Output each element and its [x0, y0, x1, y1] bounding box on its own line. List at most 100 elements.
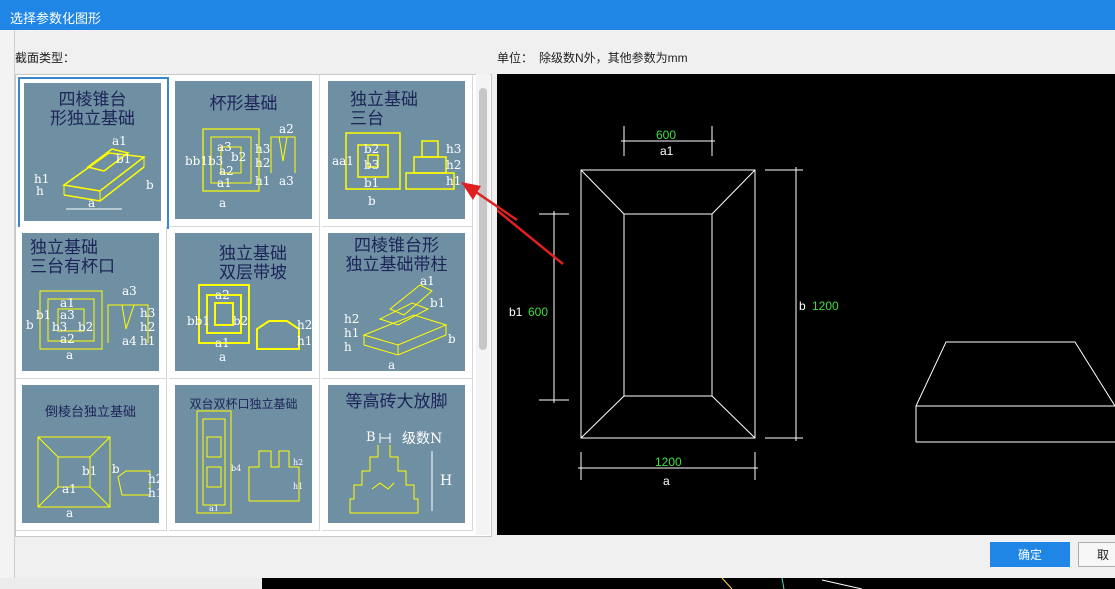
shape-title: 独立基础 三台	[350, 90, 418, 129]
dim-a-value: 1200	[655, 455, 682, 469]
shape-title: 独立基础 三台有杯口	[30, 238, 115, 277]
svg-text:h: h	[344, 340, 352, 354]
shape-title: 双台双杯口独立基础	[189, 397, 298, 411]
svg-text:a: a	[388, 358, 395, 371]
svg-text:a1: a1	[209, 504, 219, 513]
shape-item-double-step-double-cup[interactable]: b4 h2 h1 a1 双台双杯口独立基础	[169, 379, 320, 531]
svg-text:a2: a2	[215, 288, 230, 302]
svg-text:h2: h2	[297, 318, 312, 332]
svg-text:b2: b2	[231, 150, 246, 164]
svg-text:b1: b1	[116, 152, 131, 166]
shape-thumbnail: aa1 b2 b3 b1 b h3 h2 h1 独立基础 三台	[328, 81, 465, 219]
shape-thumbnail: b4 h2 h1 a1 双台双杯口独立基础	[175, 385, 312, 523]
svg-text:a: a	[219, 196, 226, 210]
svg-text:h2: h2	[344, 312, 359, 326]
background-window-edge	[0, 30, 15, 589]
svg-text:a1: a1	[420, 274, 435, 288]
dialog-title: 选择参数化图形	[10, 11, 102, 26]
svg-text:a1: a1	[215, 336, 230, 350]
svg-text:b: b	[448, 332, 456, 346]
svg-text:a3: a3	[122, 284, 137, 298]
dim-b1-value: 600	[528, 305, 549, 319]
svg-text:h1: h1	[255, 174, 270, 188]
svg-text:B: B	[366, 430, 376, 445]
svg-text:h2: h2	[446, 158, 461, 172]
svg-text:b2: b2	[364, 142, 379, 156]
dim-a1-label: a1	[660, 144, 674, 158]
shape-grid-scrollbar[interactable]	[476, 74, 490, 535]
shape-title: 杯形基础	[209, 94, 278, 114]
svg-text:a: a	[219, 350, 226, 364]
svg-text:a: a	[66, 348, 73, 362]
svg-text:bb1: bb1	[187, 314, 210, 328]
shape-title: 四棱锥台 形独立基础	[50, 90, 135, 129]
dim-b-value: 1200	[812, 299, 839, 313]
shape-item-three-step-cup[interactable]: b b1 b3 b2 a1 a3 a2 a a3 h3 h2 h1 a4 独立基…	[16, 227, 167, 379]
svg-text:h1: h1	[148, 486, 159, 500]
shape-thumbnail: a a1 b1 b h1 h 四棱锥台 形独立基础	[24, 83, 161, 221]
shape-item-double-slope[interactable]: bb1 a2 b2 a1 a h2 h1 独立基础 双层带坡	[169, 227, 320, 379]
title-bar[interactable]: 选择参数化图形	[0, 0, 1115, 30]
shape-item-pyramid-with-column[interactable]: h2 h1 h a1 b1 b a 四棱锥台形 独立基础带柱	[322, 227, 473, 379]
svg-text:h1: h1	[293, 482, 303, 491]
dim-b-label: b	[799, 299, 806, 313]
svg-text:h2: h2	[293, 458, 303, 467]
svg-text:H: H	[440, 473, 452, 489]
svg-text:h: h	[36, 184, 44, 198]
shape-title: 等高砖大放脚	[345, 392, 448, 412]
shape-title: 倒棱台独立基础	[44, 405, 136, 420]
svg-text:a2: a2	[60, 332, 75, 346]
svg-text:a: a	[66, 506, 73, 520]
dim-a-label: a	[663, 474, 670, 488]
svg-text:b1: b1	[82, 464, 97, 478]
shape-item-tapered-pyramid[interactable]: a a1 b1 b h1 h 四棱锥台 形独立基础	[18, 77, 169, 229]
preview-canvas: 600 a1 b1 600 b 1200 1200 a	[497, 74, 1115, 535]
shape-thumbnail: h2 h1 h a1 b1 b a 四棱锥台形 独立基础带柱	[328, 233, 465, 371]
dim-b1-label: b1	[509, 305, 523, 319]
svg-text:b1: b1	[430, 296, 445, 310]
preview-drawing	[497, 126, 1115, 480]
svg-text:a1: a1	[112, 134, 127, 148]
shape-grid: a a1 b1 b h1 h 四棱锥台 形独立基础 bb1b3 b2 a3 a2	[15, 74, 492, 537]
svg-text:a2: a2	[279, 122, 294, 136]
svg-text:b3: b3	[364, 158, 379, 172]
annotation-arrow	[461, 182, 518, 222]
svg-text:h1: h1	[297, 334, 312, 348]
svg-text:b: b	[112, 462, 120, 476]
svg-text:b: b	[26, 318, 34, 332]
shape-thumbnail: a1 b1 b h2 h1 a 倒棱台独立基础	[22, 385, 159, 523]
svg-text:aa1: aa1	[332, 154, 354, 168]
shape-thumbnail: bb1 a2 b2 a1 a h2 h1 独立基础 双层带坡	[175, 233, 312, 371]
svg-text:级数N: 级数N	[402, 431, 442, 447]
shape-title: 四棱锥台形 独立基础带柱	[345, 236, 448, 275]
svg-text:a: a	[88, 196, 95, 210]
background-cad-canvas	[262, 578, 1115, 589]
svg-text:h2: h2	[255, 156, 270, 170]
shape-item-inverted-frustum[interactable]: a1 b1 b h2 h1 a 倒棱台独立基础	[16, 379, 167, 531]
svg-text:h3: h3	[446, 142, 461, 156]
svg-text:h1: h1	[344, 326, 359, 340]
svg-text:b4: b4	[231, 464, 241, 473]
unit-label: 单位：	[497, 51, 534, 65]
ok-button[interactable]: 确定	[990, 542, 1070, 567]
shape-item-cup-foundation[interactable]: bb1b3 b2 a3 a2 a1 a a2 h3 h2 h1 a3 杯形基础	[169, 75, 320, 227]
svg-text:a1: a1	[62, 482, 77, 496]
svg-text:a1: a1	[217, 176, 232, 190]
svg-text:bb1b3: bb1b3	[185, 154, 223, 168]
shape-thumbnail: bb1b3 b2 a3 a2 a1 a a2 h3 h2 h1 a3 杯形基础	[175, 81, 312, 219]
shape-thumbnail: B 级数N H 等高砖大放脚	[328, 385, 465, 523]
dim-a1-value: 600	[656, 128, 677, 142]
svg-text:b: b	[146, 178, 154, 192]
shape-item-three-step[interactable]: aa1 b2 b3 b1 b h3 h2 h1 独立基础 三台	[322, 75, 473, 227]
svg-text:b2: b2	[78, 320, 93, 334]
cancel-button[interactable]: 取	[1078, 542, 1115, 567]
svg-text:h3: h3	[140, 306, 155, 320]
shape-thumbnail: b b1 b3 b2 a1 a3 a2 a a3 h3 h2 h1 a4 独立基…	[22, 233, 159, 371]
unit-text: 除级数N外，其他参数为mm	[539, 51, 688, 65]
svg-text:h1: h1	[140, 334, 155, 348]
shape-item-brick-footing[interactable]: B 级数N H 等高砖大放脚	[322, 379, 473, 531]
svg-text:h2: h2	[140, 320, 155, 334]
section-type-label: 截面类型：	[15, 51, 76, 65]
svg-text:h3: h3	[255, 142, 270, 156]
svg-text:h2: h2	[148, 472, 159, 486]
